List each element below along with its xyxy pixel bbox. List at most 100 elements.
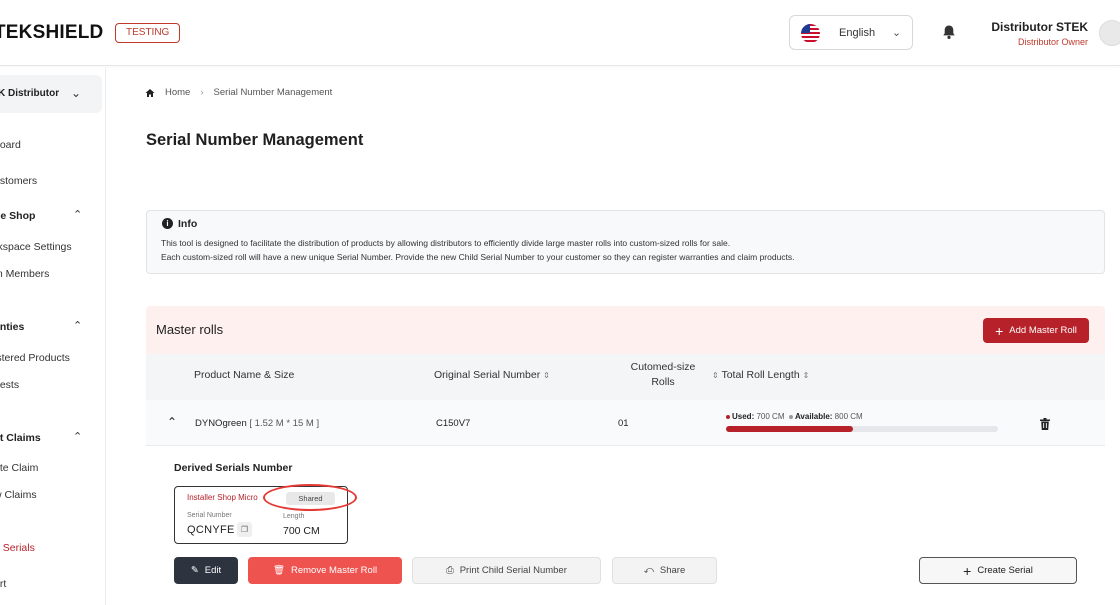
plus-icon: + [995,322,1004,339]
chevron-up-icon[interactable]: ⌃ [73,208,82,221]
printer-icon: ⎙ [446,565,454,576]
remove-label: Remove Master Roll [291,565,378,576]
avatar[interactable] [1099,20,1120,46]
column-total-length-label: Total Roll Length [721,369,800,381]
info-text-line-1: This tool is designed to facilitate the … [161,238,731,248]
edit-icon: ✎ [190,565,199,576]
us-flag-icon [801,24,820,43]
language-label: English [839,27,876,39]
add-master-roll-label: Add Master Roll [1009,325,1077,336]
original-serial-cell: C150V7 [436,418,471,429]
column-original-serial-label: Original Serial Number [434,369,541,381]
card-length-label: Length [283,513,305,520]
page-title: Serial Number Management [146,131,364,149]
edit-button[interactable]: ✎ Edit [174,557,238,584]
master-rolls-header: Master rolls + Add Master Roll [146,306,1105,354]
info-icon: i [162,218,173,229]
breadcrumb-separator-icon: › [200,87,204,98]
used-dot-icon [726,414,730,419]
print-child-serial-button[interactable]: ⎙ Print Child Serial Number [412,557,601,584]
roll-usage-progress-fill [726,426,853,432]
chevron-up-icon[interactable]: ⌃ [73,319,82,332]
share-button[interactable]: ⤺ Share [612,557,717,584]
column-total-length[interactable]: ⇕ Total Roll Length ⇕ [712,369,809,381]
derived-serials-title: Derived Serials Number [174,462,293,474]
create-serial-label: Create Serial [977,565,1033,576]
plus-icon: + [963,562,972,579]
sidebar: K Distributor ⌄ board ustomers ge Shop ⌃… [0,67,106,605]
card-shop-name: Installer Shop Micro [187,493,258,502]
breadcrumb-home[interactable]: Home [165,87,190,98]
roll-usage-progress-bar [726,426,998,432]
share-label: Share [659,565,686,576]
column-custom-rolls-line1: Cutomed-size [630,361,696,373]
sidebar-section-product-claims[interactable]: ct Claims [0,432,41,444]
master-rolls-title: Master rolls [156,322,224,337]
sidebar-item-manage-serials[interactable]: e Serials [0,542,35,554]
column-original-serial[interactable]: Original Serial Number ⇕ [434,369,550,381]
used-value: 700 CM [756,412,785,421]
sidebar-item-support[interactable]: ort [0,578,6,590]
trash-icon[interactable] [1040,418,1050,430]
remove-master-roll-button[interactable]: 🗑 Remove Master Roll [248,557,402,584]
sort-icon[interactable]: ⇕ [803,371,810,380]
sidebar-section-warranties[interactable]: anties [0,321,24,333]
sidebar-item-team-members[interactable]: m Members [0,268,49,280]
available-label: Available: [794,412,833,421]
column-product: Product Name & Size [194,369,295,381]
chevron-down-icon: ⌄ [892,27,902,39]
notification-bell-icon[interactable] [941,24,957,40]
sidebar-item-requests[interactable]: uests [0,379,19,391]
used-label: Used: [732,412,755,421]
edit-label: Edit [204,565,222,576]
sidebar-item-registered-products[interactable]: istered Products [0,352,70,364]
table-row[interactable]: ⌃ DYNOgreen [ 1.52 M * 15 M ] C150V7 01 … [146,400,1105,446]
sidebar-item-create-claim[interactable]: ate Claim [0,462,38,474]
sidebar-item-customers[interactable]: ustomers [0,175,37,187]
info-panel: i Info This tool is designed to facilita… [146,210,1105,274]
environment-badge: TESTING [115,23,181,43]
card-serial-value: QCNYFE [187,524,235,536]
available-dot-icon [788,414,793,419]
chevron-up-icon[interactable]: ⌃ [73,430,82,443]
share-icon: ⤺ [643,565,654,576]
card-length-value: 700 CM [283,525,320,537]
distributor-selector-label: K Distributor [0,88,60,99]
product-size: [ 1.52 M * 15 M ] [249,418,320,429]
master-rolls-panel: Master rolls + Add Master Roll Product N… [146,306,1105,605]
info-title: Info [178,218,198,230]
column-custom-rolls: Cutomed-size Rolls [628,360,698,390]
home-icon[interactable] [145,88,155,98]
sort-icon[interactable]: ⇕ [543,371,550,380]
table-header: Product Name & Size Original Serial Numb… [146,354,1105,400]
print-label: Print Child Serial Number [459,565,567,576]
annotation-highlight-ellipse [263,484,357,511]
sidebar-item-view-claims[interactable]: w Claims [0,489,37,501]
sort-icon[interactable]: ⇕ [712,371,719,380]
breadcrumb: Home › Serial Number Management [145,87,332,98]
user-name[interactable]: Distributor STEK [991,20,1088,34]
brand-logo[interactable]: TEKSHIELD [0,22,103,44]
roll-usage-legend: Used: 700 CM Available: 800 CM [726,412,863,421]
copy-icon[interactable]: ❐ [237,522,252,537]
sidebar-section-manage-shop[interactable]: ge Shop [0,210,35,222]
distributor-selector[interactable]: K Distributor ⌄ [0,75,102,113]
sidebar-item-workspace-settings[interactable]: rkspace Settings [0,241,72,253]
sidebar-item-dashboard[interactable]: board [0,139,21,151]
info-text-line-2: Each custom-sized roll will have a new u… [161,252,795,262]
column-custom-rolls-line2: Rolls [651,376,675,388]
available-value: 800 CM [834,412,863,421]
breadcrumb-current: Serial Number Management [213,87,333,98]
product-name: DYNOgreen [195,418,247,429]
language-selector[interactable]: English ⌄ [789,15,913,50]
create-serial-button[interactable]: + Create Serial [919,557,1077,584]
add-master-roll-button[interactable]: + Add Master Roll [983,318,1089,343]
product-cell: DYNOgreen [ 1.52 M * 15 M ] [195,418,319,429]
chevron-up-icon[interactable]: ⌃ [167,415,177,429]
card-serial-label: Serial Number [187,512,232,519]
trash-icon: 🗑 [272,565,285,576]
custom-rolls-cell: 01 [618,418,629,429]
top-header: TEKSHIELD TESTING English ⌄ Distributor … [0,0,1120,66]
chevron-down-icon: ⌄ [71,86,82,100]
user-role: Distributor Owner [1017,37,1088,47]
